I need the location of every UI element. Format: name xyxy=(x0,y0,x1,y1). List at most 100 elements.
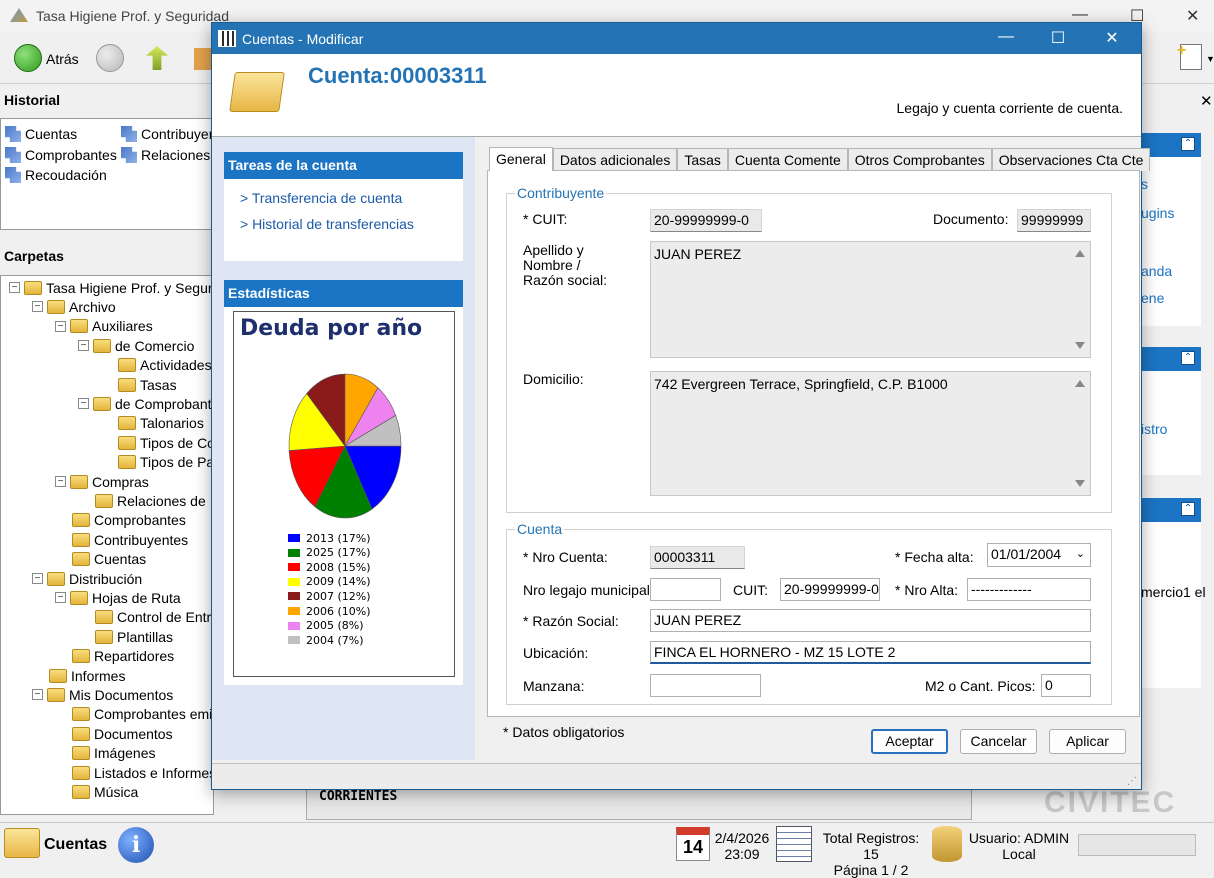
tab-observaciones-cta-cte[interactable]: Observaciones Cta Cte xyxy=(991,148,1151,171)
documento-field[interactable]: 99999999 xyxy=(1017,209,1091,232)
tree-item[interactable]: − de Comprobantes xyxy=(78,394,213,413)
tree-item[interactable]: Tipos de Comprobantes xyxy=(101,433,213,452)
dialog-maximize-icon[interactable]: ☐ xyxy=(1046,28,1070,48)
legend-label: 2013 (17%) xyxy=(306,531,371,545)
tree-item[interactable]: Relaciones de xyxy=(78,491,206,510)
historial-item-comprobantes[interactable]: Comprobantes xyxy=(5,147,117,163)
package-icon[interactable] xyxy=(194,48,212,70)
manzana-field[interactable] xyxy=(650,674,761,697)
nro-alta-field[interactable]: ------------- xyxy=(967,578,1091,601)
scroll-down-icon[interactable] xyxy=(1075,342,1085,349)
apellido-nombre-textarea[interactable]: JUAN PEREZ xyxy=(650,241,1091,358)
tree-item[interactable]: Comprobantes emitidos xyxy=(55,705,213,724)
nro-alta-label: * Nro Alta: xyxy=(895,582,959,598)
collapse-icon[interactable]: ⌃ xyxy=(1181,351,1195,365)
dropdown-arrow-icon[interactable]: ▼ xyxy=(1206,54,1214,64)
tree-item[interactable]: Tasas xyxy=(101,375,177,394)
cuenta-cuit-field[interactable]: 20-99999999-0 xyxy=(780,578,880,601)
tab-otros-comprobantes[interactable]: Otros Comprobantes xyxy=(847,148,992,171)
ubicacion-field[interactable]: FINCA EL HORNERO - MZ 15 LOTE 2 xyxy=(650,641,1091,664)
tree-item[interactable]: Contribuyentes xyxy=(55,530,188,549)
tab-cuenta-comente[interactable]: Cuenta Comente xyxy=(727,148,848,171)
tree-item[interactable]: Actividades xyxy=(101,356,212,375)
forward-arrow-icon[interactable] xyxy=(96,44,124,72)
tree-collapse-icon[interactable]: − xyxy=(55,476,66,487)
tree-collapse-icon[interactable]: − xyxy=(32,689,43,701)
tree-item[interactable]: Imágenes xyxy=(55,744,155,763)
tree-collapse-icon[interactable]: − xyxy=(55,320,66,332)
scroll-up-icon[interactable] xyxy=(1075,250,1085,257)
tree-collapse-icon[interactable]: − xyxy=(32,301,43,313)
close-icon[interactable]: ✕ xyxy=(1186,6,1199,26)
dialog-close-icon[interactable]: ✕ xyxy=(1100,28,1124,48)
tree-item-label: Hojas de Ruta xyxy=(92,589,181,606)
info-icon[interactable]: i xyxy=(118,827,154,863)
tree-item[interactable]: Plantillas xyxy=(78,627,173,646)
scroll-down-icon[interactable] xyxy=(1075,480,1085,487)
close-panel-icon[interactable]: ✕ xyxy=(1200,92,1213,110)
tree-item[interactable]: Listados e Informes xyxy=(55,763,213,782)
tree-item[interactable]: − de Comercio xyxy=(78,336,194,355)
historial-item-cuentas[interactable]: Cuentas xyxy=(5,126,77,142)
folder-icon xyxy=(95,629,113,644)
razon-social-field[interactable]: JUAN PEREZ xyxy=(650,609,1091,632)
tree-item[interactable]: Música xyxy=(55,782,138,801)
tree-item[interactable]: − Tasa Higiene Prof. y Seguridad xyxy=(9,278,213,297)
tree-collapse-icon[interactable]: − xyxy=(78,340,89,352)
nro-cuenta-field[interactable]: 00003311 xyxy=(650,546,745,569)
tree-item[interactable]: − Hojas de Ruta xyxy=(55,588,181,607)
contribuyente-cuit-field[interactable]: 20-99999999-0 xyxy=(650,209,762,232)
tree-item[interactable]: Repartidores xyxy=(55,647,174,666)
historial-transferencias-link[interactable]: > Historial de transferencias xyxy=(240,216,414,232)
textarea-scrollbar[interactable] xyxy=(1070,242,1090,357)
cancelar-button[interactable]: Cancelar xyxy=(960,729,1037,754)
aplicar-button[interactable]: Aplicar xyxy=(1049,729,1126,754)
tree-item[interactable]: Documentos xyxy=(55,724,173,743)
tree-collapse-icon[interactable]: − xyxy=(55,592,66,604)
tree-collapse-icon[interactable]: − xyxy=(9,282,20,293)
right-link[interactable]: ene xyxy=(1141,290,1164,306)
back-arrow-icon[interactable] xyxy=(14,44,42,72)
domicilio-textarea[interactable]: 742 Evergreen Terrace, Springfield, C.P.… xyxy=(650,371,1091,496)
tree-item[interactable]: Informes xyxy=(32,666,125,685)
right-link[interactable]: ugins xyxy=(1141,205,1174,221)
tree-item[interactable]: − Auxiliares xyxy=(55,317,153,336)
back-button-label[interactable]: Atrás xyxy=(46,51,79,67)
historial-item-recaudacion[interactable]: Recoudación xyxy=(5,167,107,183)
aceptar-button[interactable]: Aceptar xyxy=(871,729,948,754)
tree-item-label: Auxiliares xyxy=(92,318,153,335)
legend-label: 2007 (12%) xyxy=(306,589,371,603)
legend-label: 2006 (10%) xyxy=(306,604,371,618)
right-link[interactable]: istro xyxy=(1141,421,1167,437)
collapse-icon[interactable]: ⌃ xyxy=(1181,502,1195,516)
up-folder-icon[interactable] xyxy=(146,46,168,70)
m2-field[interactable]: 0 xyxy=(1041,674,1091,697)
fecha-alta-picker[interactable]: 01/01/2004 ⌄ xyxy=(987,543,1091,567)
tree-item[interactable]: Comprobantes xyxy=(55,511,186,530)
dialog-minimize-icon[interactable]: — xyxy=(994,28,1018,46)
tree-item[interactable]: Control de Entregas xyxy=(78,608,213,627)
tab-tasas[interactable]: Tasas xyxy=(677,148,728,171)
tree-item[interactable]: − Mis Documentos xyxy=(32,685,173,704)
collapse-icon[interactable]: ⌃ xyxy=(1181,137,1195,151)
tab-general[interactable]: General xyxy=(489,147,553,171)
legajo-label: Nro legajo municipal: xyxy=(523,582,654,598)
tree-item[interactable]: Tipos de Pago xyxy=(101,453,213,472)
tree-collapse-icon[interactable]: − xyxy=(32,573,43,584)
scroll-up-icon[interactable] xyxy=(1075,380,1085,387)
right-link[interactable]: s xyxy=(1141,176,1148,192)
transferencia-link[interactable]: > Transferencia de cuenta xyxy=(240,190,402,206)
right-link[interactable]: anda xyxy=(1141,263,1172,279)
tab-datos-adicionales[interactable]: Datos adicionales xyxy=(552,148,678,171)
folder-icon xyxy=(95,610,113,625)
date-dropdown-icon[interactable]: ⌄ xyxy=(1076,544,1085,565)
resize-grip-icon[interactable]: ⋰ xyxy=(1127,776,1137,787)
tree-item[interactable]: Cuentas xyxy=(55,550,146,569)
tree-item[interactable]: − Distribución xyxy=(32,569,142,588)
textarea-scrollbar[interactable] xyxy=(1070,372,1090,495)
legajo-field[interactable] xyxy=(650,578,721,601)
tree-item[interactable]: − Compras xyxy=(55,472,149,491)
tree-item[interactable]: − Archivo xyxy=(32,297,116,316)
tree-item[interactable]: Talonarios xyxy=(101,414,204,433)
tree-collapse-icon[interactable]: − xyxy=(78,398,89,410)
